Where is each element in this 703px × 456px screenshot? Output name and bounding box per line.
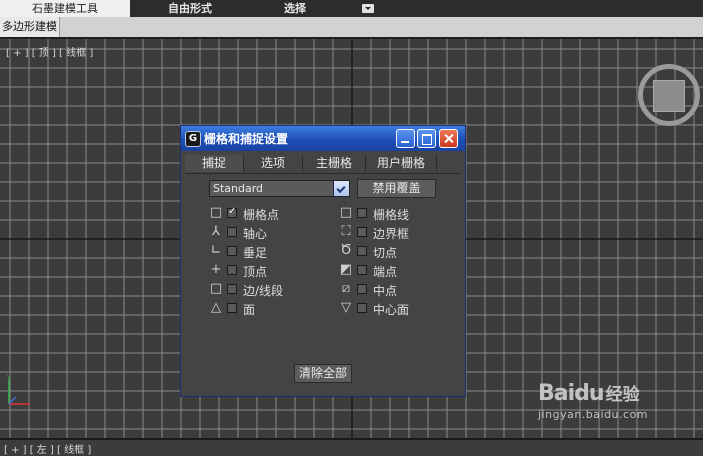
grid-point-icon: □ [209,205,223,220]
option-label: 切点 [373,246,398,260]
tab-home-grid[interactable]: 主栅格 [303,155,366,172]
maximize-button[interactable] [417,129,436,148]
grid-line-icon: □ [339,205,353,220]
ribbon-dropdown-icon[interactable] [362,4,374,13]
pivot-icon: ⅄ [212,224,220,239]
snap-option-perpendicular[interactable]: ∟ 垂足 [209,243,319,261]
grid-points-checkbox[interactable] [227,206,237,218]
endpoint-icon: ◩ [339,262,353,277]
face-icon: △ [211,300,221,315]
center-face-checkbox[interactable] [357,303,367,313]
ribbon-tab-graphite-modeling[interactable]: 石墨建模工具 [0,0,130,17]
option-label: 面 [243,303,256,317]
perpendicular-checkbox[interactable] [227,246,237,256]
ribbon-tab-freeform[interactable]: 自由形式 [150,0,230,17]
ribbon-panel-polygon-modeling[interactable]: 多边形建模 [0,17,60,37]
perpendicular-icon: ∟ [210,243,222,258]
option-label: 中点 [373,284,398,298]
baidu-logo: Baidu [538,381,605,406]
snap-option-grid-points[interactable]: □ 栅格点 [209,205,319,223]
watermark-url: jingyan.baidu.com [538,408,649,421]
snap-type-select[interactable]: Standard [209,180,350,197]
snap-option-tangent[interactable]: Ծ 切点 [339,243,449,261]
option-label: 轴心 [243,227,268,241]
viewport-divider [0,438,703,440]
edge-checkbox[interactable] [227,284,237,294]
override-off-button[interactable]: 禁用覆盖 [357,179,436,198]
tangent-icon: Ծ [340,243,352,258]
snap-option-endpoint[interactable]: ◩ 端点 [339,262,449,280]
clear-all-button[interactable]: 清除全部 [294,364,352,383]
close-button[interactable] [439,129,458,148]
snap-type-value: Standard [213,182,264,195]
option-label: 边界框 [373,227,410,241]
ribbon-tab-bar: 石墨建模工具 自由形式 选择 [0,0,703,17]
midpoint-icon: ⧄ [341,281,351,296]
tab-snaps[interactable]: 捕捉 [185,155,244,172]
viewport-label[interactable]: [ + ] [ 顶 ] [ 线框 ] [6,44,93,59]
grid-snap-settings-dialog: G 栅格和捕捉设置 捕捉 选项 主栅格 用户栅格 Standard 禁用覆盖 □… [180,125,466,397]
midpoint-checkbox[interactable] [357,284,367,294]
option-label: 顶点 [243,265,268,279]
minimize-button[interactable] [396,129,415,148]
option-label: 边/线段 [243,284,284,298]
snap-option-midpoint[interactable]: ⧄ 中点 [339,281,449,299]
bounding-box-icon: ⛶ [341,224,351,239]
grid-lines-checkbox[interactable] [357,208,367,218]
snap-option-face[interactable]: △ 面 [209,300,319,318]
edge-icon: □ [209,281,223,296]
vertex-icon: + [210,262,222,277]
app-icon: G [185,131,201,147]
baidu-watermark: Baidu 经验 jingyan.baidu.com [538,380,648,421]
snap-option-bounding-box[interactable]: ⛶ 边界框 [339,224,449,242]
snap-option-edge[interactable]: □ 边/线段 [209,281,319,299]
center-face-icon: ▽ [341,300,351,315]
axis-tripod-icon: y [7,373,30,405]
chevron-down-icon[interactable] [333,181,349,196]
ribbon-panel-bar [0,17,703,37]
option-label: 栅格点 [243,208,280,222]
face-checkbox[interactable] [227,303,237,313]
ribbon-tab-selection[interactable]: 选择 [275,0,315,17]
option-label: 中心面 [373,303,410,317]
vertex-checkbox[interactable] [227,265,237,275]
option-label: 端点 [373,265,398,279]
watermark-brand: 经验 [605,385,640,405]
snap-option-vertex[interactable]: + 顶点 [209,262,319,280]
snap-option-grid-lines[interactable]: □ 栅格线 [339,205,449,223]
dialog-tabs: 捕捉 选项 主栅格 用户栅格 [185,155,461,174]
option-label: 栅格线 [373,208,410,222]
option-label: 垂足 [243,246,268,260]
tab-user-grids[interactable]: 用户栅格 [366,155,437,172]
svg-text:y: y [7,373,11,381]
tab-options[interactable]: 选项 [244,155,303,172]
tangent-checkbox[interactable] [357,246,367,256]
dialog-title: 栅格和捕捉设置 [204,132,289,146]
bounding-box-checkbox[interactable] [357,227,367,237]
endpoint-checkbox[interactable] [357,265,367,275]
snap-option-pivot[interactable]: ⅄ 轴心 [209,224,319,242]
snap-option-center-face[interactable]: ▽ 中心面 [339,300,449,318]
viewcube-icon[interactable] [653,80,685,112]
dialog-titlebar[interactable]: G 栅格和捕捉设置 [181,126,465,151]
pivot-checkbox[interactable] [227,227,237,237]
